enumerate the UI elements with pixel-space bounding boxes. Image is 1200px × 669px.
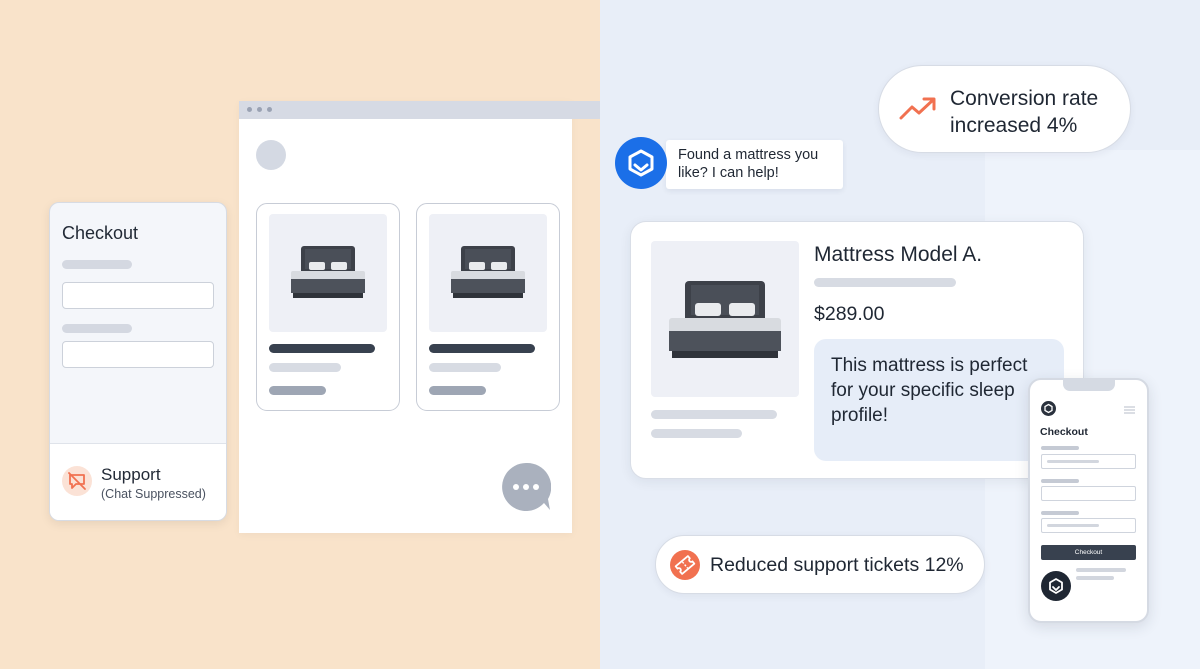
- message-line-1: This mattress is perfect: [831, 355, 1028, 376]
- product-detail-card: Mattress Model A. $289.00 This mattress …: [630, 221, 1084, 479]
- checkout-input[interactable]: [62, 341, 214, 368]
- greeting-line-2: like? I can help!: [678, 165, 779, 181]
- product-subtitle-placeholder: [269, 363, 341, 372]
- assistant-logo-icon: [1041, 401, 1056, 416]
- checkout-title: Checkout: [62, 223, 139, 243]
- phone-checkout-button[interactable]: Checkout: [1041, 545, 1136, 560]
- checkout-card: Checkout Support (Chat Suppressed): [49, 202, 227, 521]
- window-dot: [247, 107, 252, 112]
- product-title-placeholder: [429, 344, 535, 353]
- chat-off-icon: [62, 466, 92, 496]
- phone-input[interactable]: [1041, 518, 1136, 533]
- phone-input-placeholder: [1047, 460, 1099, 463]
- product-detail-image: [651, 241, 799, 397]
- bed-illustration: [669, 281, 781, 358]
- product-image: [269, 214, 387, 332]
- message-line-2: for your specific sleep: [831, 380, 1015, 401]
- ticket-icon: [670, 550, 700, 580]
- assistant-greeting-card[interactable]: Found a mattress you like? I can help!: [666, 140, 843, 189]
- window-dot: [257, 107, 262, 112]
- phone-input[interactable]: [1041, 486, 1136, 501]
- phone-notch: [1063, 380, 1115, 391]
- product-image: [429, 214, 547, 332]
- product-title: Mattress Model A.: [814, 243, 983, 266]
- bed-illustration: [451, 246, 525, 298]
- assistant-chat-button[interactable]: [1041, 571, 1071, 601]
- phone-text-placeholder: [1076, 568, 1126, 572]
- support-sublabel: (Chat Suppressed): [101, 487, 206, 501]
- product-detail-placeholder: [651, 410, 777, 419]
- bed-illustration: [291, 246, 365, 298]
- support-label: Support: [101, 465, 161, 484]
- support-section: Support (Chat Suppressed): [50, 443, 226, 520]
- phone-checkout-title: Checkout: [1040, 426, 1088, 438]
- phone-field-label: [1041, 479, 1079, 483]
- assistant-greeting-text: Found a mattress you like? I can help!: [678, 146, 818, 182]
- browser-title-bar: [239, 101, 600, 119]
- conversion-text: Conversion rate increased 4%: [950, 85, 1098, 139]
- message-line-3: profile!: [831, 405, 889, 426]
- greeting-line-1: Found a mattress you: [678, 147, 819, 163]
- field-label-placeholder: [62, 324, 132, 333]
- assistant-message: This mattress is perfect for your specif…: [814, 339, 1064, 461]
- phone-field-label: [1041, 446, 1079, 450]
- site-avatar: [256, 140, 286, 170]
- product-card[interactable]: [416, 203, 560, 411]
- product-price: $289.00: [814, 303, 885, 325]
- assistant-logo-icon[interactable]: [615, 137, 667, 189]
- browser-window: [239, 101, 600, 533]
- phone-input[interactable]: [1041, 454, 1136, 469]
- tickets-stat-pill: Reduced support tickets 12%: [655, 535, 985, 594]
- menu-icon[interactable]: [1124, 406, 1135, 414]
- checkout-input[interactable]: [62, 282, 214, 309]
- conversion-line-1: Conversion rate: [950, 87, 1099, 110]
- product-price-placeholder: [429, 386, 486, 395]
- product-title-placeholder: [269, 344, 375, 353]
- tickets-text: Reduced support tickets 12%: [710, 554, 964, 576]
- chat-bubble-icon[interactable]: [501, 462, 551, 512]
- product-subtitle-placeholder: [429, 363, 501, 372]
- phone-field-label: [1041, 511, 1079, 515]
- product-detail-placeholder: [651, 429, 742, 438]
- phone-text-placeholder: [1076, 576, 1114, 580]
- conversion-line-2: increased 4%: [950, 114, 1078, 137]
- window-dot: [267, 107, 272, 112]
- conversion-stat-pill: Conversion rate increased 4%: [878, 65, 1131, 153]
- phone-input-placeholder: [1047, 524, 1099, 527]
- product-subtitle-placeholder: [814, 278, 956, 287]
- product-price-placeholder: [269, 386, 326, 395]
- trend-up-icon: [899, 97, 936, 120]
- field-label-placeholder: [62, 260, 132, 269]
- assistant-message-text: This mattress is perfect for your specif…: [831, 353, 1036, 428]
- product-card[interactable]: [256, 203, 400, 411]
- phone-mockup: Checkout Checkout: [1028, 378, 1149, 623]
